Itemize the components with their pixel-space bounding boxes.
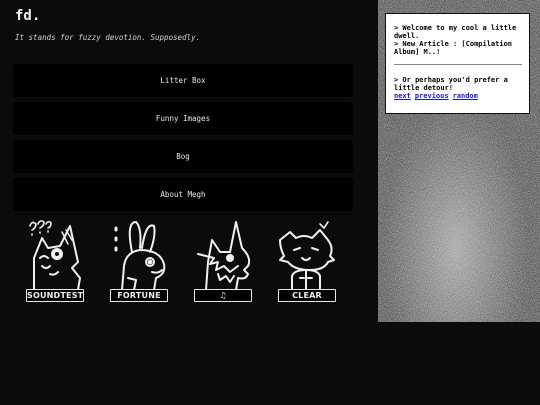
- nav-button-label: About Megh: [160, 190, 206, 199]
- nav-button-label: Funny Images: [155, 114, 211, 123]
- site-tagline: It stands for fuzzy devotion. Supposedly…: [15, 33, 201, 42]
- music-badge[interactable]: ♫: [190, 218, 256, 304]
- detour-links: next previous random: [394, 92, 522, 100]
- badge-row: SOUNDTEST FORTUNE ♫ CLEAR: [22, 218, 342, 304]
- nav-button-label: Bog: [176, 152, 190, 161]
- badge-caption: SOUNDTEST: [26, 289, 84, 302]
- badge-caption: FORTUNE: [110, 289, 168, 302]
- random-link[interactable]: random: [453, 92, 478, 100]
- cat-clear-icon: [279, 221, 335, 291]
- nav-button-about-megh[interactable]: About Megh: [13, 178, 353, 211]
- fortune-badge[interactable]: FORTUNE: [106, 218, 172, 304]
- detour-text: > Or perhaps you'd prefer a little detou…: [394, 76, 508, 92]
- panel-divider: [394, 64, 522, 65]
- sidebar: > Welcome to my cool a little dwell. > N…: [378, 0, 540, 322]
- nav-button-label: Litter Box: [160, 76, 206, 85]
- clear-badge[interactable]: CLEAR: [274, 218, 340, 304]
- welcome-panel: > Welcome to my cool a little dwell. > N…: [385, 13, 530, 114]
- fox-confused-icon: [29, 220, 81, 291]
- badge-caption: ♫: [194, 289, 252, 302]
- previous-link[interactable]: previous: [415, 92, 449, 100]
- nav-button-funny-images[interactable]: Funny Images: [13, 102, 353, 135]
- new-article-text[interactable]: > New Article : [Compilation Album] M..!: [394, 40, 522, 56]
- main-column: fd. It stands for fuzzy devotion. Suppos…: [0, 0, 378, 405]
- rabbit-fortune-icon: [114, 221, 166, 291]
- nav-button-litter-box[interactable]: Litter Box: [13, 64, 353, 97]
- next-link[interactable]: next: [394, 92, 411, 100]
- badge-caption: CLEAR: [278, 289, 336, 302]
- nav-menu: Litter Box Funny Images Bog About Megh: [13, 64, 353, 216]
- nav-button-bog[interactable]: Bog: [13, 140, 353, 173]
- welcome-text: > Welcome to my cool a little dwell.: [394, 24, 517, 40]
- wolf-music-icon: [197, 221, 251, 291]
- soundtest-badge[interactable]: SOUNDTEST: [22, 218, 88, 304]
- site-title[interactable]: fd.: [15, 8, 40, 24]
